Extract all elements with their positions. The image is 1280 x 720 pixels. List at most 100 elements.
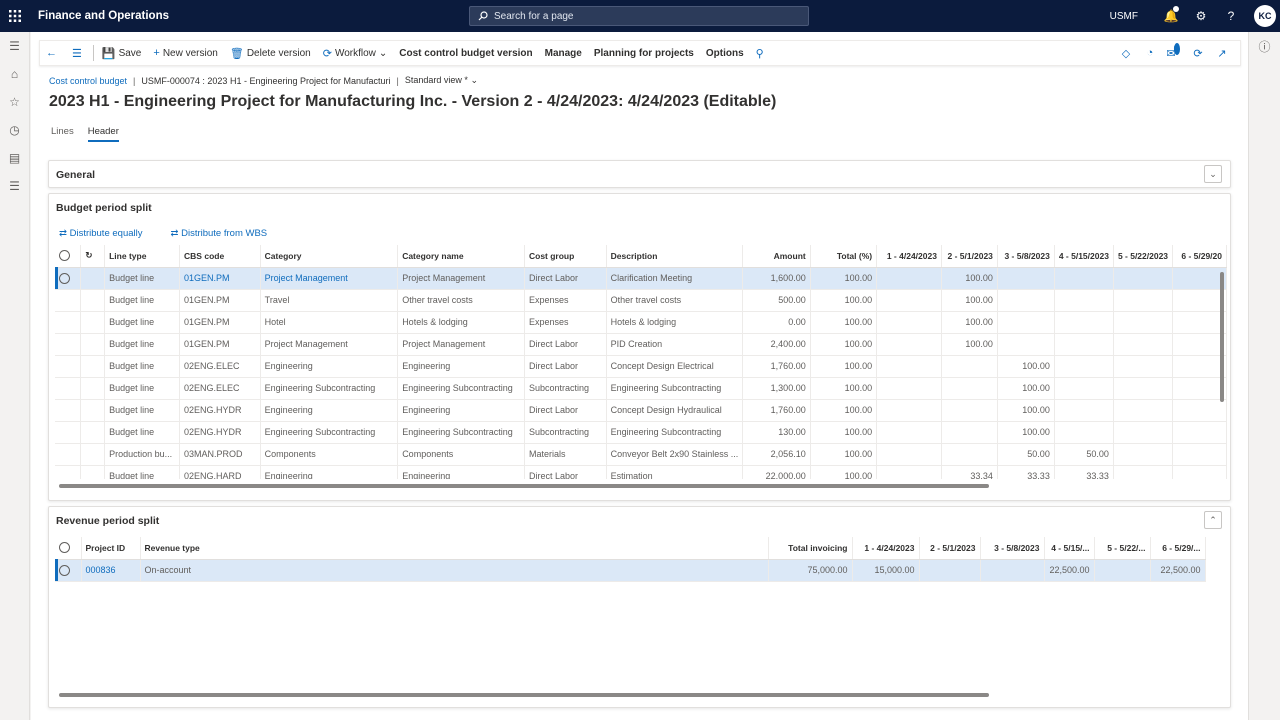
table-cell[interactable]: 1,300.00 (742, 377, 811, 400)
table-cell[interactable]: 33.33 (997, 465, 1055, 479)
column-header[interactable]: CBS code (179, 245, 261, 268)
table-cell[interactable]: Clarification Meeting (606, 267, 744, 290)
table-cell[interactable]: Expenses (524, 311, 607, 334)
table-cell[interactable]: 2,056.10 (742, 443, 811, 466)
table-cell[interactable]: Project Management (397, 333, 525, 356)
table-cell[interactable]: Estimation (606, 465, 744, 479)
table-cell[interactable]: Components (397, 443, 525, 466)
column-header[interactable]: Project ID (81, 537, 141, 560)
table-cell[interactable]: 100.00 (810, 443, 878, 466)
table-cell[interactable]: 100.00 (941, 311, 998, 334)
table-cell[interactable]: 100.00 (810, 267, 878, 290)
column-header[interactable]: 6 - 5/29/... (1150, 537, 1206, 560)
table-cell[interactable] (997, 333, 1055, 356)
diamond-icon[interactable]: ◇ (1114, 47, 1138, 60)
cost-control-budget-version-menu[interactable]: Cost control budget version (393, 41, 538, 65)
column-header[interactable]: Description (606, 245, 744, 268)
table-cell[interactable] (1172, 377, 1227, 400)
avatar[interactable]: KC (1254, 5, 1276, 27)
table-cell[interactable] (997, 311, 1055, 334)
row-radio[interactable] (59, 564, 70, 576)
table-cell[interactable]: 100.00 (810, 311, 878, 334)
column-header[interactable]: Category (260, 245, 399, 268)
table-cell[interactable]: 100.00 (810, 465, 878, 479)
tab-header[interactable]: Header (87, 126, 119, 142)
column-header[interactable]: Amount (742, 245, 811, 268)
row-select[interactable] (55, 289, 82, 312)
table-cell[interactable] (1113, 355, 1174, 378)
table-cell[interactable]: 22,500.00 (1150, 559, 1206, 582)
row-select[interactable] (55, 443, 82, 466)
table-cell[interactable]: Engineering Subcontracting (606, 421, 744, 444)
table-cell[interactable] (1172, 267, 1227, 290)
table-cell[interactable]: PID Creation (606, 333, 744, 356)
column-header[interactable]: 3 - 5/8/2023 (997, 245, 1055, 268)
search-input[interactable]: Search for a page (469, 6, 809, 26)
row-select[interactable] (55, 559, 82, 582)
table-row[interactable]: Production bu... 03MAN.PROD Components Comp… (55, 443, 1227, 466)
manage-menu[interactable]: Manage (539, 41, 588, 65)
column-header[interactable]: Category name (397, 245, 525, 268)
table-cell[interactable] (876, 421, 942, 444)
table-cell[interactable]: 15,000.00 (852, 559, 920, 582)
select-all-radio[interactable] (59, 542, 70, 554)
messages-icon[interactable]: ✉0 (1162, 42, 1186, 60)
column-header[interactable]: Cost group (524, 245, 607, 268)
table-cell[interactable] (1172, 399, 1227, 422)
column-header[interactable]: Total (%) (810, 245, 878, 268)
column-header[interactable]: 5 - 5/22/... (1094, 537, 1151, 560)
company-picker[interactable]: USMF (1110, 11, 1138, 22)
table-cell[interactable] (1113, 289, 1174, 312)
column-header[interactable]: 4 - 5/15/2023 (1054, 245, 1114, 268)
column-header[interactable]: 4 - 5/15/... (1044, 537, 1095, 560)
column-header[interactable]: 2 - 5/1/2023 (941, 245, 998, 268)
table-cell[interactable]: 100.00 (997, 399, 1055, 422)
table-cell[interactable]: Engineering Subcontracting (260, 421, 399, 444)
expand-button[interactable]: ⌄ (1204, 165, 1222, 183)
table-cell[interactable]: Engineering (397, 465, 525, 479)
row-select[interactable] (55, 465, 82, 479)
table-cell[interactable]: Engineering (397, 399, 525, 422)
table-cell[interactable]: Hotels & lodging (606, 311, 744, 334)
table-cell[interactable] (1054, 377, 1114, 400)
table-cell[interactable] (1054, 399, 1114, 422)
star-icon[interactable]: ☆ (0, 88, 29, 116)
horizontal-scrollbar[interactable] (59, 693, 989, 697)
table-cell[interactable] (1113, 377, 1174, 400)
modules-icon[interactable]: ☰ (0, 172, 29, 200)
table-cell[interactable]: Budget line (104, 399, 181, 422)
table-cell[interactable]: Engineering (397, 355, 525, 378)
table-cell[interactable]: Project Management (260, 267, 399, 290)
table-cell[interactable] (1054, 333, 1114, 356)
table-row[interactable]: Budget line 02ENG.HARD Engineering Engineer… (55, 465, 1227, 479)
table-cell[interactable]: 100.00 (810, 377, 878, 400)
menu-button[interactable]: ☰ (66, 41, 91, 65)
table-cell[interactable]: 1,600.00 (742, 267, 811, 290)
row-select[interactable] (55, 399, 82, 422)
table-cell[interactable]: 100.00 (997, 421, 1055, 444)
row-select[interactable] (55, 421, 82, 444)
table-cell[interactable]: 01GEN.PM (179, 267, 261, 290)
table-cell[interactable] (876, 355, 942, 378)
table-cell[interactable]: 100.00 (941, 267, 998, 290)
row-select[interactable] (55, 355, 82, 378)
table-cell[interactable]: 1,760.00 (742, 355, 811, 378)
table-cell[interactable] (876, 377, 942, 400)
table-cell[interactable] (1113, 421, 1174, 444)
column-header[interactable]: 1 - 4/24/2023 (852, 537, 920, 560)
table-cell[interactable]: Project Management (260, 333, 399, 356)
table-cell[interactable]: 50.00 (1054, 443, 1114, 466)
table-cell[interactable]: 100.00 (810, 421, 878, 444)
row-select[interactable] (55, 311, 82, 334)
table-cell[interactable] (876, 399, 942, 422)
table-row[interactable]: Budget line 02ENG.ELEC Engineering Subcont… (55, 377, 1227, 400)
table-cell[interactable]: Engineering (260, 465, 399, 479)
office-icon[interactable]: ◔ (1138, 47, 1162, 59)
table-cell[interactable] (1172, 443, 1227, 466)
select-all-header[interactable] (55, 245, 82, 268)
table-cell[interactable] (941, 399, 998, 422)
table-cell[interactable]: On-account (140, 559, 769, 582)
table-cell[interactable]: 100.00 (941, 333, 998, 356)
workspace-icon[interactable]: ▤ (0, 144, 29, 172)
table-cell[interactable]: 02ENG.HYDR (179, 421, 261, 444)
